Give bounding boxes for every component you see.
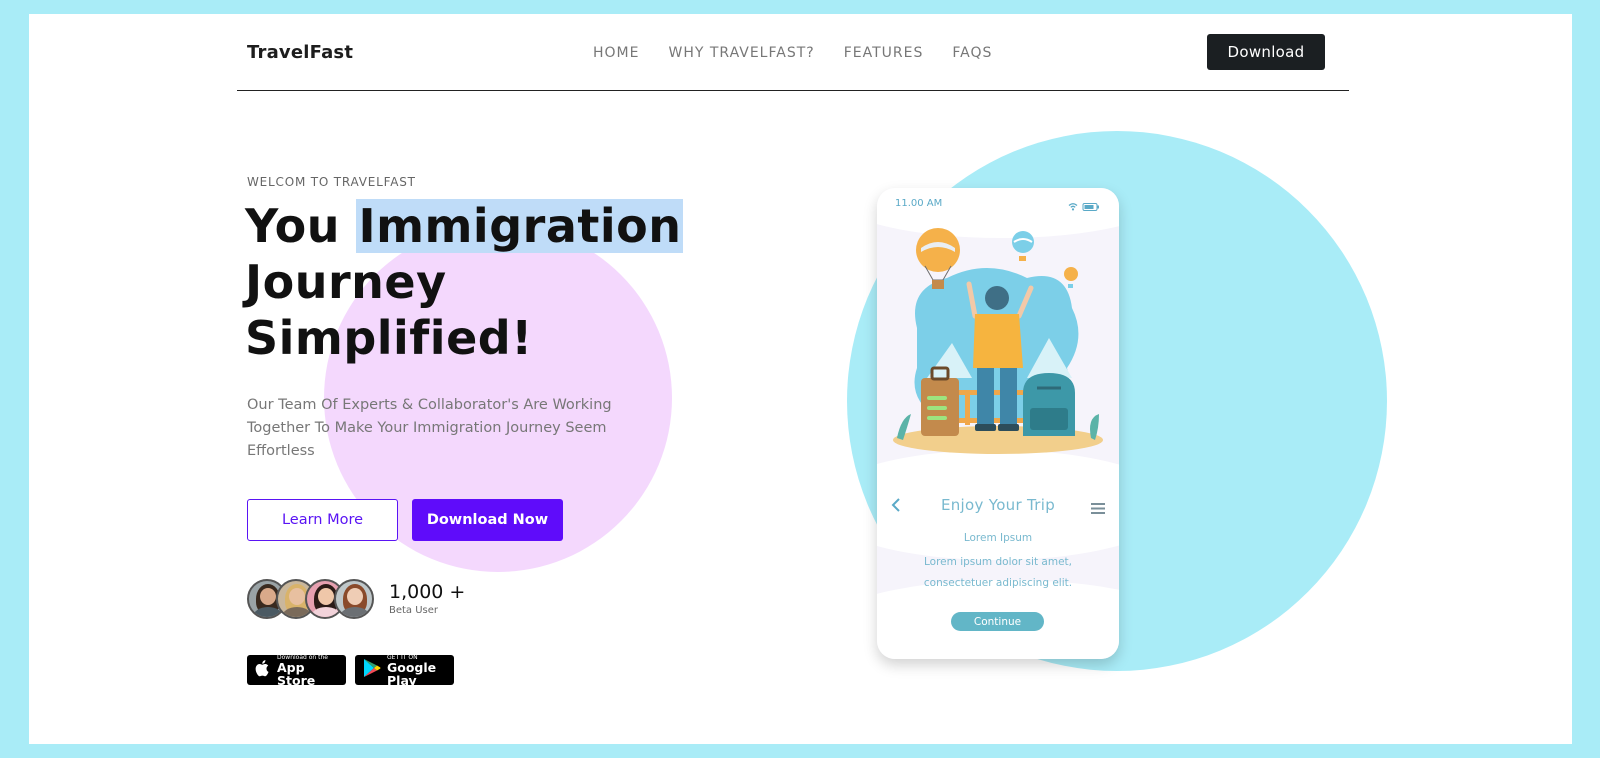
download-now-button[interactable]: Download Now: [412, 499, 563, 541]
phone-screen-title: Enjoy Your Trip: [940, 496, 1056, 514]
beta-user-avatars: [247, 579, 377, 619]
phone-status-time: 11.00 AM: [895, 198, 943, 209]
apple-icon: [255, 659, 271, 681]
headline-line-3: Simplified!: [245, 311, 533, 365]
nav-link-faqs[interactable]: FAQS: [952, 45, 992, 61]
nav-menu: HOME WHY TRAVELFAST? FEATURES FAQS: [593, 45, 992, 61]
hero-headline: You Immigration Journey Simplified!: [245, 198, 684, 366]
hero-description: Our Team Of Experts & Collaborator's Are…: [247, 397, 612, 459]
beta-user-label: Beta User: [389, 605, 439, 616]
phone-lorem-title: Lorem Ipsum: [963, 532, 1033, 544]
page-frame: TravelFast HOME WHY TRAVELFAST? FEATURES…: [29, 14, 1572, 744]
headline-highlight: Immigration: [356, 199, 684, 253]
google-play-icon: [363, 658, 381, 682]
phone-mockup: 11.00 AM Enjoy Your Trip Lorem Ipsum Lor…: [877, 188, 1119, 659]
traveler-illustration: [893, 228, 1103, 454]
learn-more-button[interactable]: Learn More: [247, 499, 398, 541]
hamburger-menu-icon[interactable]: [1091, 499, 1105, 518]
headline-word-you: You: [245, 199, 357, 253]
avatar: [334, 579, 374, 619]
nav-link-features[interactable]: FEATURES: [844, 45, 924, 61]
nav-download-button[interactable]: Download: [1207, 34, 1325, 70]
headline-line-2: Journey: [245, 255, 447, 309]
phone-lorem-body: Lorem ipsum dolor sit amet, consectetuer…: [923, 556, 1073, 589]
nav-link-why[interactable]: WHY TRAVELFAST?: [668, 45, 814, 61]
brand-logo[interactable]: TravelFast: [247, 42, 353, 63]
beta-user-count: 1,000 +: [389, 581, 466, 603]
google-play-badge[interactable]: GET IT ON Google Play: [355, 654, 454, 688]
phone-continue-button[interactable]: Continue: [951, 612, 1044, 631]
phone-nav-row: Enjoy Your Trip: [877, 494, 1119, 518]
phone-status-icons: [1067, 197, 1101, 216]
app-store-badge[interactable]: Download on the App Store: [247, 654, 346, 688]
wifi-battery-icon: [1068, 203, 1099, 211]
nav-link-home[interactable]: HOME: [593, 45, 639, 61]
google-play-big-text: Google Play: [387, 659, 437, 688]
top-nav: TravelFast HOME WHY TRAVELFAST? FEATURES…: [237, 14, 1349, 91]
app-store-big-text: App Store: [277, 659, 316, 688]
hero-eyebrow: WELCOM TO TRAVELFAST: [247, 175, 416, 189]
